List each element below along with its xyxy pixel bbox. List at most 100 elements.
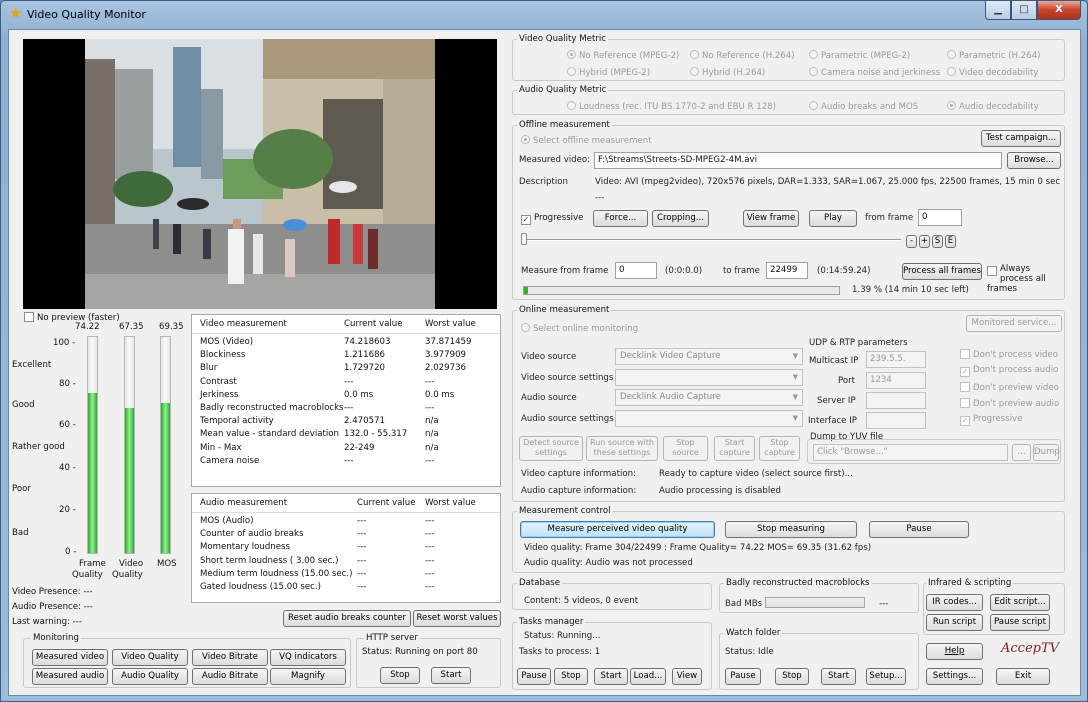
no-preview-checkbox[interactable]: No preview (faster) (24, 312, 120, 323)
exit-button[interactable]: Exit (996, 668, 1050, 685)
dont-process-video-box[interactable] (960, 349, 970, 359)
frame-slider-handle[interactable] (521, 233, 527, 245)
http-start-button[interactable]: Start (431, 667, 471, 684)
settings-button[interactable]: Settings... (926, 668, 983, 685)
online-progressive-checkbox[interactable]: ✓ Progressive (960, 414, 1022, 426)
vqm-hybrid-mpeg2[interactable]: Hybrid (MPEG-2) (567, 67, 650, 78)
aqm-audio-breaks[interactable]: Audio breaks and MOS (809, 101, 918, 112)
detect-source-button[interactable]: Detect source settings (519, 436, 583, 461)
edit-script-button[interactable]: Edit script... (990, 594, 1050, 611)
always-process-checkbox-box[interactable] (987, 266, 997, 276)
frame-slider-track[interactable] (523, 239, 901, 241)
tasks-view-button[interactable]: View (672, 668, 702, 685)
vqm-no-ref-h264[interactable]: No Reference (H.264) (690, 50, 795, 61)
measure-quality-button[interactable]: Measure perceived video quality (520, 521, 715, 538)
pause-measuring-button[interactable]: Pause (869, 521, 969, 538)
online-progressive-box[interactable]: ✓ (960, 416, 970, 426)
vqm-video-decodability[interactable]: Video decodability (947, 67, 1038, 78)
tasks-load-button[interactable]: Load... (630, 668, 666, 685)
select-offline-radio[interactable]: Select offline measurement (521, 135, 652, 146)
watch-start-button[interactable]: Start (821, 668, 856, 685)
stop-measuring-button[interactable]: Stop measuring (725, 521, 857, 538)
dump-button[interactable]: Dump (1033, 444, 1060, 461)
dont-preview-video-checkbox[interactable]: Don't preview video (960, 382, 1059, 393)
dump-browse-button[interactable]: ... (1012, 444, 1031, 461)
ir-codes-button[interactable]: IR codes... (926, 594, 983, 611)
audio-source-select[interactable]: Decklink Audio Capture ▼ (615, 389, 803, 406)
dont-preview-audio-box[interactable] (960, 398, 970, 408)
vqm-parametric-h264[interactable]: Parametric (H.264) (947, 50, 1040, 61)
dont-process-video-checkbox[interactable]: Don't process video (960, 349, 1058, 360)
measured-video-field[interactable]: F:\Streams\Streets-SD-MPEG2-4M.avi (594, 152, 1002, 169)
watch-pause-button[interactable]: Pause (725, 668, 761, 685)
measure-from-field[interactable]: 0 (615, 262, 657, 279)
measured-video-button[interactable]: Measured video (32, 649, 108, 666)
watch-setup-button[interactable]: Setup... (866, 668, 906, 685)
view-frame-button[interactable]: View frame (743, 210, 799, 227)
dump-file-field[interactable]: Click "Browse..." (813, 444, 1008, 461)
dont-process-audio-box[interactable]: ✓ (960, 367, 970, 377)
reset-audio-breaks-button[interactable]: Reset audio breaks counter (283, 610, 411, 627)
dont-preview-audio-checkbox[interactable]: Don't preview audio (960, 398, 1059, 409)
step-start-button[interactable]: S (932, 235, 943, 248)
dont-process-audio-checkbox[interactable]: ✓ Don't process audio (960, 365, 1058, 377)
audio-bitrate-button[interactable]: Audio Bitrate (192, 668, 268, 685)
maximize-button[interactable]: □ (1011, 1, 1037, 20)
tasks-start-button[interactable]: Start (594, 668, 628, 685)
minimize-button[interactable]: ▁ (985, 1, 1011, 20)
vqm-no-ref-mpeg2[interactable]: No Reference (MPEG-2) (567, 50, 679, 61)
interface-ip-field[interactable] (866, 412, 926, 429)
progressive-checkbox-box[interactable]: ✓ (521, 215, 531, 225)
dont-preview-video-box[interactable] (960, 382, 970, 392)
aqm-audio-decodability[interactable]: Audio decodability (947, 101, 1039, 112)
start-capture-button[interactable]: Start capture (714, 436, 755, 461)
http-stop-button[interactable]: Stop (380, 667, 420, 684)
server-ip-field[interactable] (866, 392, 926, 409)
reset-worst-values-button[interactable]: Reset worst values (413, 610, 501, 627)
measured-audio-button[interactable]: Measured audio (32, 668, 108, 685)
tasks-stop-button[interactable]: Stop (554, 668, 588, 685)
audio-quality-button[interactable]: Audio Quality (112, 668, 188, 685)
magnify-button[interactable]: Magnify (270, 668, 346, 685)
video-quality-button[interactable]: Video Quality (112, 649, 188, 666)
step-plus-button[interactable]: + (919, 235, 930, 248)
play-button[interactable]: Play (809, 210, 857, 227)
to-frame-field[interactable]: 22499 (766, 262, 808, 279)
process-all-frames-button[interactable]: Process all frames (902, 263, 982, 280)
close-button[interactable]: X (1037, 1, 1081, 20)
run-script-button[interactable]: Run script (926, 614, 983, 631)
progressive-checkbox[interactable]: ✓ Progressive (521, 213, 583, 225)
title-bar[interactable]: ★ Video Quality Monitor ▁ □ X (1, 1, 1087, 29)
run-source-button[interactable]: Run source with these settings (586, 436, 658, 461)
browse-button[interactable]: Browse... (1007, 152, 1061, 169)
from-frame-field[interactable]: 0 (918, 209, 962, 226)
video-bitrate-button[interactable]: Video Bitrate (192, 649, 268, 666)
cropping-button[interactable]: Cropping... (652, 210, 709, 227)
select-online-radio[interactable]: Select online monitoring (521, 323, 638, 334)
tasks-pause-button[interactable]: Pause (517, 668, 551, 685)
video-source-select[interactable]: Decklink Video Capture ▼ (615, 348, 803, 365)
vqm-camera-noise[interactable]: Camera noise and jerkiness (809, 67, 940, 78)
monitored-service-button[interactable]: Monitored service... (966, 315, 1062, 332)
help-button[interactable]: Help (926, 643, 983, 660)
watch-stop-button[interactable]: Stop (775, 668, 809, 685)
test-campaign-button[interactable]: Test campaign... (981, 130, 1061, 147)
tasks-status: Status: Running... (524, 631, 601, 641)
pause-script-button[interactable]: Pause script (990, 614, 1050, 631)
step-end-button[interactable]: E (945, 235, 956, 248)
force-button[interactable]: Force... (593, 210, 648, 227)
vqm-hybrid-h264[interactable]: Hybrid (H.264) (690, 67, 765, 78)
video-settings-select[interactable]: ▼ (615, 369, 803, 386)
stop-capture-button[interactable]: Stop capture (759, 436, 800, 461)
step-minus-button[interactable]: - (906, 235, 917, 248)
no-preview-checkbox-box[interactable] (24, 312, 34, 322)
audio-settings-select[interactable]: ▼ (615, 410, 803, 427)
always-process-checkbox[interactable]: Always process all frames (987, 264, 1061, 294)
stop-source-button[interactable]: Stop source (663, 436, 708, 461)
vq-indicators-button[interactable]: VQ indicators (270, 649, 346, 666)
vqm-parametric-mpeg2[interactable]: Parametric (MPEG-2) (809, 50, 910, 61)
multicast-field[interactable]: 239.5.5. (866, 351, 926, 368)
port-field[interactable]: 1234 (866, 372, 926, 389)
caption-mos: MOS (157, 559, 177, 569)
aqm-loudness[interactable]: Loudness (rec. ITU BS.1770-2 and EBU R 1… (567, 101, 776, 112)
